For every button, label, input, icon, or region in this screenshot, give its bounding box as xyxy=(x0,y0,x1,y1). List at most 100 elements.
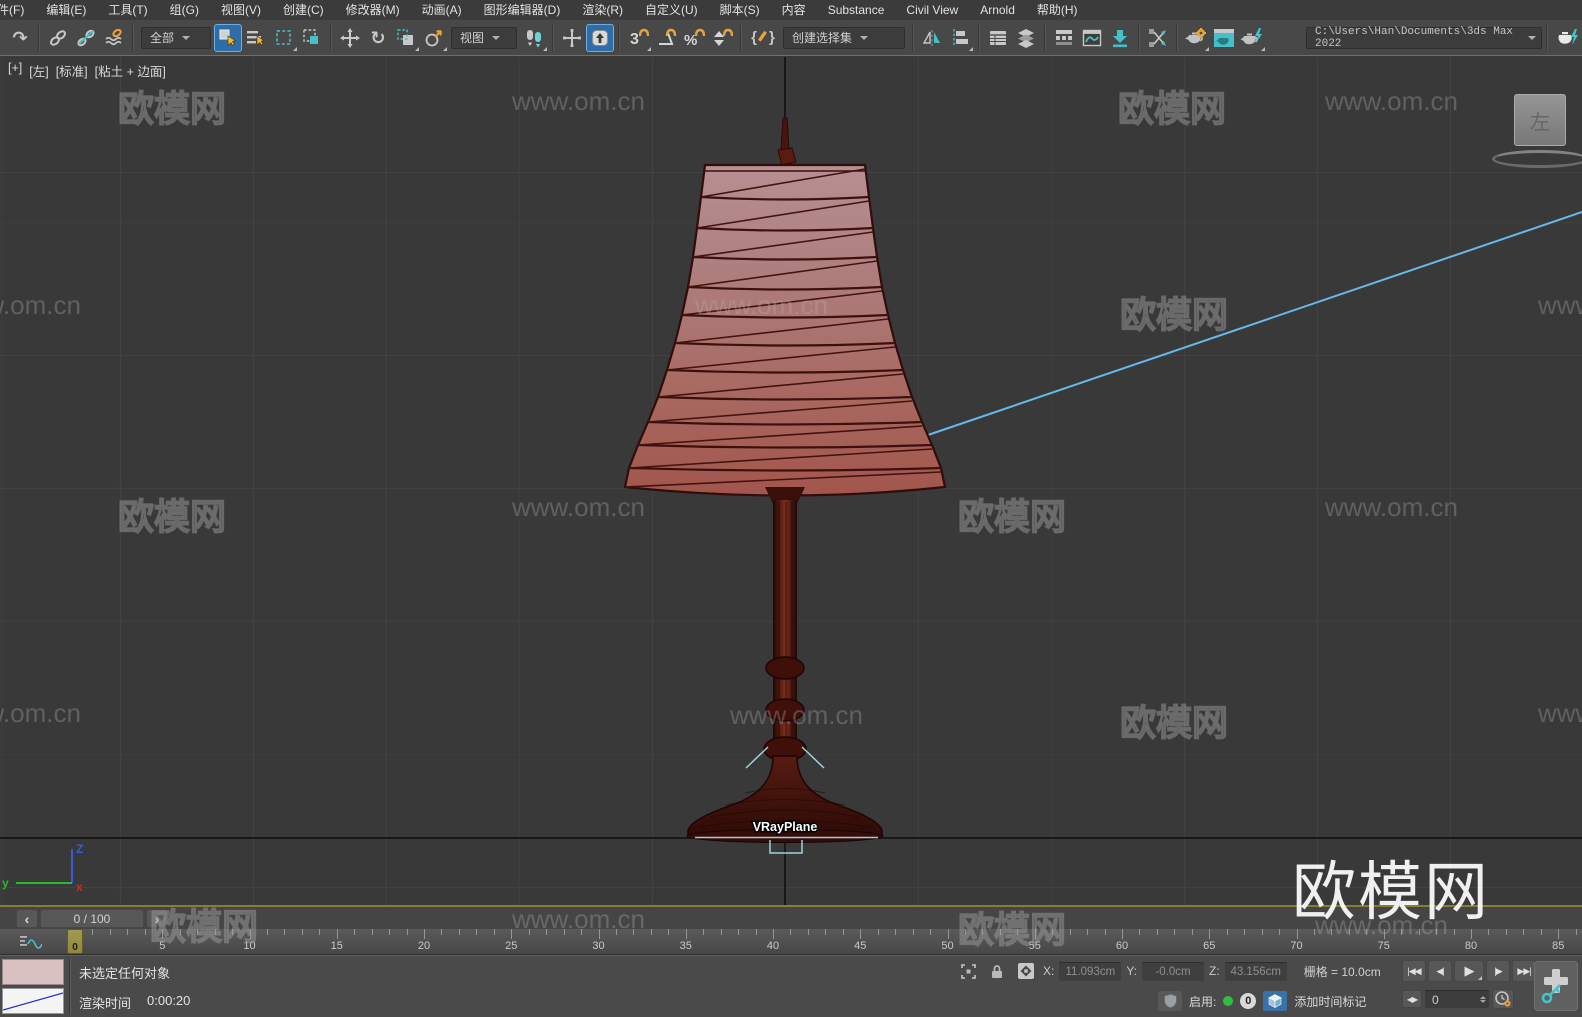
track-bar[interactable]: 05101520253035404550556065707580850 xyxy=(0,929,1582,955)
ruler-tick xyxy=(1087,929,1089,935)
project-folder-field[interactable]: C:\Users\Han\Documents\3ds Max 2022 xyxy=(1306,26,1542,50)
menu-item-5[interactable]: 视图(V) xyxy=(210,0,272,20)
select-and-scale-button[interactable] xyxy=(392,24,420,52)
select-and-move-button[interactable] xyxy=(336,24,364,52)
next-frame-arrow[interactable]: › xyxy=(146,909,168,928)
render-setup-button[interactable] xyxy=(1238,24,1266,52)
redo-button[interactable]: ↷ xyxy=(6,24,34,52)
ruler-label: 70 xyxy=(1290,940,1303,952)
window-crossing-toggle-button[interactable] xyxy=(298,24,326,52)
blue-spline[interactable] xyxy=(924,211,1582,437)
add-time-tag-label[interactable]: 添加时间标记 xyxy=(1294,993,1366,1010)
previous-frame-button[interactable]: ◀| xyxy=(1428,960,1452,982)
snaps-toggle-3d-button[interactable]: 3 xyxy=(624,24,652,52)
next-frame-button[interactable]: |▶ xyxy=(1486,960,1510,982)
current-frame-field[interactable]: 0 xyxy=(1425,990,1489,1008)
toggle-ribbon-button[interactable] xyxy=(1050,24,1078,52)
select-and-place-button[interactable] xyxy=(420,24,448,52)
mirror-button[interactable] xyxy=(918,24,946,52)
isolate-selection-toggle[interactable] xyxy=(956,961,980,981)
schematic-view-button[interactable] xyxy=(1144,24,1172,52)
maxscript-mini-listener-pink[interactable] xyxy=(2,959,64,985)
menu-item-15[interactable]: Civil View xyxy=(895,0,969,20)
menu-item-11[interactable]: 自定义(U) xyxy=(634,0,709,20)
ruler-label: 65 xyxy=(1203,940,1216,952)
set-key-button[interactable] xyxy=(1534,961,1578,1011)
time-slider[interactable]: ‹ 0 / 100 › xyxy=(16,909,168,928)
menu-item-14[interactable]: Substance xyxy=(817,0,896,20)
go-to-start-button[interactable]: |◀◀ xyxy=(1402,960,1426,982)
toggle-scene-explorer-button[interactable] xyxy=(984,24,1012,52)
mini-curve-editor-icon[interactable] xyxy=(20,934,42,950)
selection-filter-dropdown[interactable]: 全部 xyxy=(141,26,211,49)
time-configuration-button[interactable] xyxy=(1492,989,1514,1009)
selection-lock-toggle[interactable] xyxy=(985,961,1009,981)
menu-item-7[interactable]: 修改器(M) xyxy=(335,0,411,20)
key-mode-toggle[interactable]: ◀▶ xyxy=(1402,990,1422,1008)
select-by-name-button[interactable] xyxy=(242,24,270,52)
render-frame-window-button[interactable] xyxy=(1552,24,1582,52)
shield-icon-button[interactable] xyxy=(1158,991,1182,1011)
y-coord-field[interactable]: -0.0cm xyxy=(1142,961,1205,981)
go-to-end-button[interactable]: ▶▶| xyxy=(1512,960,1536,982)
viewport-left[interactable]: VRayPlane [+] [左] [标准] [粘土 + 边面] 左 Z y x xyxy=(0,57,1582,905)
rectangular-selection-region-button[interactable] xyxy=(270,24,298,52)
viewport-label-token-1[interactable]: [+] xyxy=(8,61,22,80)
absolute-mode-transform-toggle[interactable] xyxy=(1014,961,1038,981)
reference-coordinate-dropdown[interactable]: 视图 xyxy=(451,26,517,49)
menu-item-6[interactable]: 创建(C) xyxy=(272,0,335,20)
menu-item-17[interactable]: 帮助(H) xyxy=(1026,0,1089,20)
percent-snap-toggle-button[interactable]: % xyxy=(680,24,708,52)
spinner-snap-toggle-button[interactable] xyxy=(708,24,736,52)
current-frame-marker[interactable]: 0 xyxy=(67,929,83,954)
slate-material-editor-button[interactable] xyxy=(1210,24,1238,52)
link-icon[interactable] xyxy=(44,24,72,52)
use-center-button[interactable] xyxy=(520,24,548,52)
edit-named-selection-sets-button[interactable]: { } xyxy=(746,24,780,52)
lamp-shade[interactable] xyxy=(623,163,947,497)
select-and-rotate-button[interactable]: ↻ xyxy=(364,24,392,52)
menu-item-1[interactable]: 文件(F) xyxy=(0,0,35,20)
material-editor-button[interactable] xyxy=(1182,24,1210,52)
select-object-button[interactable] xyxy=(214,23,242,52)
bind-to-spacewarp-icon[interactable] xyxy=(100,24,128,52)
menu-item-13[interactable]: 内容 xyxy=(771,0,817,20)
unlink-icon[interactable] xyxy=(72,24,100,52)
menu-item-16[interactable]: Arnold xyxy=(969,0,1026,20)
menu-item-12[interactable]: 脚本(S) xyxy=(709,0,771,20)
viewcube[interactable]: 左 xyxy=(1492,92,1582,202)
toggle-layer-explorer-button[interactable] xyxy=(1012,24,1040,52)
viewcube-face[interactable]: 左 xyxy=(1514,94,1566,146)
play-button[interactable]: ▶ xyxy=(1454,960,1484,982)
viewport-label-token-3[interactable]: [标准] xyxy=(56,61,88,80)
named-selection-sets-dropdown[interactable]: 创建选择集 xyxy=(783,26,905,49)
toolbar-separator xyxy=(740,24,742,51)
maxscript-mini-listener-white[interactable] xyxy=(2,988,64,1014)
menu-item-3[interactable]: 工具(T) xyxy=(97,0,158,20)
time-tag-cube-button[interactable] xyxy=(1263,991,1288,1011)
viewcube-ring[interactable] xyxy=(1492,150,1582,168)
select-and-manipulate-button[interactable] xyxy=(558,24,586,52)
menu-item-10[interactable]: 渲染(R) xyxy=(571,0,634,20)
menu-item-8[interactable]: 动画(A) xyxy=(411,0,473,20)
z-coord-field[interactable]: 43.156cm xyxy=(1224,961,1287,981)
viewport-label-token-4[interactable]: [粘土 + 边面] xyxy=(95,61,166,80)
keyboard-shortcut-override-toggle[interactable] xyxy=(586,23,614,52)
lamp-model[interactable]: VRayPlane xyxy=(0,57,1582,905)
dope-sheet-button[interactable] xyxy=(1106,24,1134,52)
frame-spinner[interactable] xyxy=(1480,996,1486,1003)
ruler-tick xyxy=(406,929,408,935)
frame-display[interactable]: 0 / 100 xyxy=(40,909,144,928)
curve-editor-button[interactable] xyxy=(1078,24,1106,52)
previous-frame-arrow[interactable]: ‹ xyxy=(16,909,38,928)
ruler-tick xyxy=(127,929,129,935)
menu-item-4[interactable]: 组(G) xyxy=(159,0,210,20)
toolbar-separator xyxy=(1044,24,1046,51)
zero-badge[interactable]: 0 xyxy=(1240,993,1257,1009)
align-button[interactable] xyxy=(946,24,974,52)
angle-snap-toggle-button[interactable] xyxy=(652,24,680,52)
menu-item-2[interactable]: 编辑(E) xyxy=(35,0,97,20)
viewport-label-token-2[interactable]: [左] xyxy=(29,61,48,80)
menu-item-9[interactable]: 图形编辑器(D) xyxy=(473,0,572,20)
x-coord-field[interactable]: 11.093cm xyxy=(1059,961,1122,981)
